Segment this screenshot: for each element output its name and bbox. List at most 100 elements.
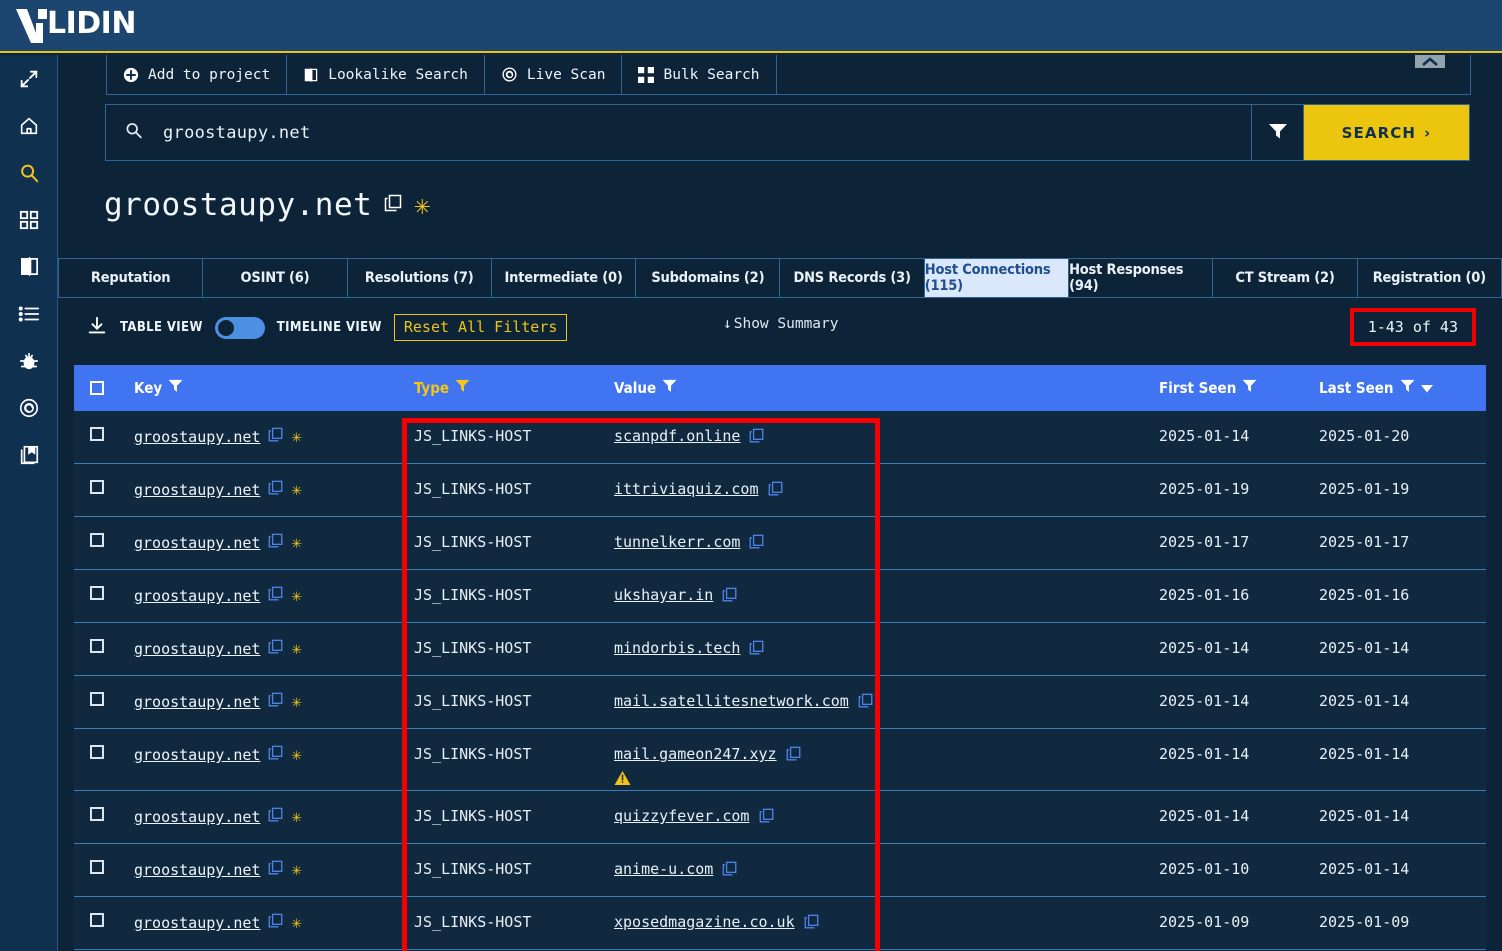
copy-icon[interactable] xyxy=(759,808,774,828)
favorite-star-icon[interactable]: ✳ xyxy=(291,587,301,605)
key-link[interactable]: groostaupy.net xyxy=(134,746,260,764)
value-link[interactable]: quizzyfever.com xyxy=(614,807,749,825)
favorite-star-icon[interactable]: ✳ xyxy=(291,693,301,711)
favorite-star-icon[interactable]: ✳ xyxy=(291,481,301,499)
copy-icon[interactable] xyxy=(722,587,737,607)
row-checkbox[interactable] xyxy=(90,913,104,927)
tab-osint[interactable]: OSINT (6) xyxy=(203,259,348,297)
sidebar-item-lists[interactable] xyxy=(0,290,58,337)
tab-subdomains[interactable]: Subdomains (2) xyxy=(636,259,781,297)
search-input[interactable]: groostaupy.net xyxy=(106,105,1252,160)
reset-all-filters-button[interactable]: Reset All Filters xyxy=(393,314,568,341)
column-header-key[interactable]: Key xyxy=(134,379,414,397)
copy-icon[interactable] xyxy=(268,586,283,606)
view-mode-toggle[interactable] xyxy=(214,316,265,339)
favorite-star-icon[interactable]: ✳ xyxy=(291,914,301,932)
copy-icon[interactable] xyxy=(268,913,283,933)
add-to-project-button[interactable]: Add to project xyxy=(107,55,288,94)
copy-icon[interactable] xyxy=(858,693,873,713)
copy-icon[interactable] xyxy=(768,481,783,501)
column-header-value[interactable]: Value xyxy=(614,379,1159,397)
collapse-panel-button[interactable] xyxy=(1415,55,1445,68)
value-link[interactable]: mindorbis.tech xyxy=(614,639,740,657)
copy-icon[interactable] xyxy=(268,533,283,553)
copy-icon[interactable] xyxy=(268,860,283,880)
copy-icon[interactable] xyxy=(749,534,764,554)
tab-host-responses[interactable]: Host Responses (94) xyxy=(1069,259,1214,297)
favorite-star-icon[interactable]: ✳ xyxy=(291,808,301,826)
value-link[interactable]: scanpdf.online xyxy=(614,427,740,445)
lookalike-search-button[interactable]: Lookalike Search xyxy=(287,55,485,94)
tab-intermediate[interactable]: Intermediate (0) xyxy=(492,259,637,297)
favorite-star-icon[interactable]: ✳ xyxy=(291,746,301,764)
row-checkbox[interactable] xyxy=(90,639,104,653)
bulk-search-button[interactable]: Bulk Search xyxy=(622,55,777,94)
value-link[interactable]: mail.satellitesnetwork.com xyxy=(614,692,849,710)
key-link[interactable]: groostaupy.net xyxy=(134,914,260,932)
show-summary-button[interactable]: ↓ Show Summary xyxy=(723,316,839,332)
row-checkbox[interactable] xyxy=(90,745,104,759)
row-checkbox[interactable] xyxy=(90,427,104,441)
tab-resolutions[interactable]: Resolutions (7) xyxy=(348,259,492,297)
sidebar-item-dashboard[interactable] xyxy=(0,196,58,243)
key-link[interactable]: groostaupy.net xyxy=(134,861,260,879)
sidebar-item-expand[interactable] xyxy=(0,55,58,102)
key-link[interactable]: groostaupy.net xyxy=(134,587,260,605)
row-checkbox[interactable] xyxy=(90,533,104,547)
key-link[interactable]: groostaupy.net xyxy=(134,428,260,446)
copy-icon[interactable] xyxy=(749,640,764,660)
column-header-last-seen[interactable]: Last Seen xyxy=(1319,379,1479,397)
validin-logo[interactable]: LIDIN xyxy=(16,6,136,43)
value-link[interactable]: xposedmagazine.co.uk xyxy=(614,913,795,931)
row-checkbox[interactable] xyxy=(90,692,104,706)
download-icon[interactable] xyxy=(86,315,108,341)
value-link[interactable]: ukshayar.in xyxy=(614,586,713,604)
copy-icon[interactable] xyxy=(384,194,402,217)
copy-icon[interactable] xyxy=(786,746,801,766)
favorite-star-icon[interactable]: ✳ xyxy=(291,428,301,446)
tab-reputation[interactable]: Reputation xyxy=(58,259,204,297)
copy-icon[interactable] xyxy=(268,692,283,712)
tab-registration[interactable]: Registration (0) xyxy=(1358,259,1502,297)
copy-icon[interactable] xyxy=(804,914,819,934)
copy-icon[interactable] xyxy=(749,428,764,448)
sidebar-item-home[interactable] xyxy=(0,102,58,149)
sidebar-item-collections[interactable] xyxy=(0,431,58,478)
key-link[interactable]: groostaupy.net xyxy=(134,640,260,658)
row-checkbox[interactable] xyxy=(90,586,104,600)
copy-icon[interactable] xyxy=(268,745,283,765)
copy-icon[interactable] xyxy=(722,861,737,881)
value-link[interactable]: ittriviaquiz.com xyxy=(614,480,759,498)
row-checkbox[interactable] xyxy=(90,480,104,494)
favorite-star-icon[interactable]: ✳ xyxy=(291,534,301,552)
sidebar-item-search[interactable] xyxy=(0,149,58,196)
search-button[interactable]: SEARCH › xyxy=(1304,105,1469,160)
value-link[interactable]: anime-u.com xyxy=(614,860,713,878)
sidebar-item-lookalike[interactable] xyxy=(0,243,58,290)
copy-icon[interactable] xyxy=(268,639,283,659)
value-link[interactable]: mail.gameon247.xyz xyxy=(614,745,777,763)
favorite-star-icon[interactable]: ✳ xyxy=(291,861,301,879)
copy-icon[interactable] xyxy=(268,427,283,447)
key-link[interactable]: groostaupy.net xyxy=(134,693,260,711)
row-checkbox[interactable] xyxy=(90,860,104,874)
column-header-type[interactable]: Type xyxy=(414,379,614,397)
live-scan-button[interactable]: Live Scan xyxy=(485,55,623,94)
sidebar-item-threats[interactable] xyxy=(0,337,58,384)
copy-icon[interactable] xyxy=(268,480,283,500)
column-header-first-seen[interactable]: First Seen xyxy=(1159,379,1319,397)
search-filter-button[interactable] xyxy=(1252,105,1304,160)
favorite-star-icon[interactable]: ✳ xyxy=(291,640,301,658)
value-link[interactable]: tunnelkerr.com xyxy=(614,533,740,551)
favorite-star-icon[interactable]: ✳ xyxy=(414,192,430,219)
sidebar-item-live-scan[interactable] xyxy=(0,384,58,431)
tab-host-connections[interactable]: Host Connections (115) xyxy=(924,259,1070,297)
tab-dns-records[interactable]: DNS Records (3) xyxy=(780,259,925,297)
tab-ct-stream[interactable]: CT Stream (2) xyxy=(1213,259,1358,297)
key-link[interactable]: groostaupy.net xyxy=(134,481,260,499)
select-all-checkbox[interactable] xyxy=(90,381,104,395)
copy-icon[interactable] xyxy=(268,807,283,827)
key-link[interactable]: groostaupy.net xyxy=(134,534,260,552)
row-checkbox[interactable] xyxy=(90,807,104,821)
key-link[interactable]: groostaupy.net xyxy=(134,808,260,826)
